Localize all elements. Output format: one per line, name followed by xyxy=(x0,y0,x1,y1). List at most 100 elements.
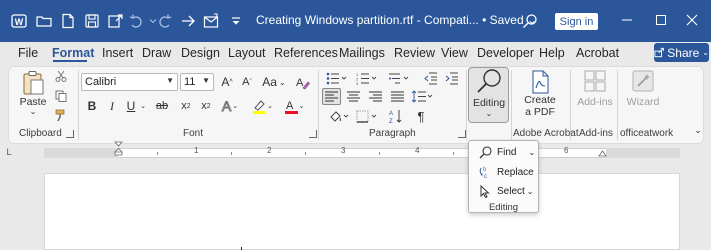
save-icon[interactable] xyxy=(84,13,100,29)
ruler-tick xyxy=(231,152,232,155)
add-ins-button[interactable]: Add-ins xyxy=(575,70,615,108)
vertical-scrollbar[interactable] xyxy=(697,160,711,250)
ruler-tick xyxy=(453,152,454,155)
clear-formatting-icon[interactable]: A xyxy=(294,73,310,91)
tab-review[interactable]: Review xyxy=(394,46,435,60)
create-pdf-button[interactable]: Create a PDF xyxy=(520,70,560,118)
justify-icon[interactable] xyxy=(388,88,407,105)
group-divider xyxy=(466,70,467,140)
tab-references[interactable]: References xyxy=(274,46,338,60)
shrink-font-button[interactable]: Aˇ xyxy=(239,73,255,91)
multilevel-list-icon[interactable] xyxy=(386,70,412,86)
chevron-down-icon: ⌄ xyxy=(485,109,493,118)
strikethrough-button[interactable]: ab xyxy=(153,98,171,114)
subscript-button[interactable]: x2 xyxy=(178,98,194,114)
tab-mailings[interactable]: Mailings xyxy=(339,46,385,60)
find-menu-item[interactable]: Find ⌄ xyxy=(469,143,538,161)
editing-label-wrap: Editing ⌄ xyxy=(469,97,509,118)
numbering-icon[interactable]: 123 xyxy=(354,70,380,86)
indent-marker-icon[interactable] xyxy=(114,141,123,158)
grow-font-button[interactable]: A ^ xyxy=(219,73,235,91)
chevron-down-icon[interactable]: ⌄ xyxy=(139,100,147,112)
tab-acrobat[interactable]: Acrobat xyxy=(576,46,619,60)
underline-button[interactable]: U xyxy=(124,98,138,114)
ruler-track xyxy=(44,148,680,158)
change-case-button[interactable]: Aa ⌄ xyxy=(260,73,288,91)
search-icon xyxy=(474,68,504,96)
copy-icon[interactable] xyxy=(54,89,68,103)
minimize-button[interactable] xyxy=(617,10,637,30)
superscript-button[interactable]: x2 xyxy=(198,98,214,114)
highlight-button[interactable]: ⌄ xyxy=(250,97,274,115)
borders-icon[interactable] xyxy=(354,108,380,125)
chevron-down-icon[interactable]: ▼ xyxy=(166,76,174,85)
tab-selector-icon[interactable]: L xyxy=(4,147,14,157)
change-case-label: Aa xyxy=(262,75,277,89)
shading-icon[interactable] xyxy=(326,108,352,125)
pilcrow-icon[interactable]: ¶ xyxy=(413,107,429,125)
increase-indent-icon[interactable] xyxy=(444,70,460,86)
tab-design[interactable]: Design xyxy=(181,46,220,60)
sign-in-button[interactable]: Sign in xyxy=(555,13,598,30)
select-menu-item[interactable]: Select ⌄ xyxy=(469,182,538,200)
ruler-number: 1 xyxy=(194,146,199,155)
tab-help[interactable]: Help xyxy=(539,46,565,60)
document-page[interactable] xyxy=(44,173,680,250)
decrease-indent-icon[interactable] xyxy=(423,70,439,86)
align-left-icon[interactable] xyxy=(322,88,341,105)
adobe-pdf-icon xyxy=(532,70,549,94)
send-mail-icon[interactable] xyxy=(203,13,219,29)
close-button[interactable] xyxy=(682,10,702,30)
format-painter-icon[interactable] xyxy=(54,108,68,122)
share-button[interactable]: Share ⌄ xyxy=(654,43,709,62)
bullets-icon[interactable] xyxy=(324,70,350,86)
text-effects-button[interactable]: A ⌄ xyxy=(221,97,239,115)
tab-insert[interactable]: Insert xyxy=(102,46,133,60)
font-name-combo[interactable]: Calibri ▼ xyxy=(81,73,178,91)
redo-icon[interactable] xyxy=(157,13,173,29)
open-folder-icon[interactable] xyxy=(36,13,52,29)
cut-icon[interactable] xyxy=(54,69,68,83)
chevron-down-icon[interactable]: ▼ xyxy=(202,76,210,85)
paragraph-launcher-icon[interactable] xyxy=(458,130,466,138)
tab-draw[interactable]: Draw xyxy=(142,46,171,60)
font-size-combo[interactable]: 11 ▼ xyxy=(180,73,214,91)
replace-label: Replace xyxy=(497,166,534,178)
right-indent-marker-icon[interactable] xyxy=(598,148,607,157)
line-spacing-icon[interactable] xyxy=(410,88,436,105)
tab-file[interactable]: File xyxy=(18,46,38,60)
collapse-ribbon-icon[interactable]: ⌄ xyxy=(693,125,703,135)
chevron-down-icon: ⌄ xyxy=(29,107,37,116)
undo-icon[interactable] xyxy=(128,13,144,29)
paste-button[interactable]: Paste ⌄ xyxy=(20,70,46,116)
clipboard-launcher-icon[interactable] xyxy=(66,130,74,138)
sort-icon[interactable]: AZ xyxy=(388,107,404,125)
bold-button[interactable]: B xyxy=(85,98,99,114)
tab-layout[interactable]: Layout xyxy=(228,46,266,60)
new-document-icon[interactable] xyxy=(60,13,76,29)
tab-format[interactable]: Format xyxy=(52,46,94,60)
tab-developer[interactable]: Developer xyxy=(477,46,534,60)
font-name-value: Calibri xyxy=(85,76,117,88)
group-divider xyxy=(570,70,571,140)
italic-button[interactable]: I xyxy=(105,98,119,114)
replace-menu-item[interactable]: bc Replace xyxy=(469,163,538,181)
customize-qat-icon[interactable] xyxy=(228,13,244,29)
chevron-down-icon: ⌄ xyxy=(267,103,273,110)
search-icon[interactable] xyxy=(522,13,538,29)
export-icon[interactable] xyxy=(107,13,123,29)
word-app-icon[interactable]: W xyxy=(11,13,27,29)
align-center-icon[interactable] xyxy=(344,88,363,105)
vertical-ruler xyxy=(0,160,14,250)
maximize-button[interactable] xyxy=(651,10,671,30)
tab-view[interactable]: View xyxy=(441,46,468,60)
forward-arrow-icon[interactable] xyxy=(180,13,196,29)
font-color-button[interactable]: A ⌄ xyxy=(282,97,306,115)
add-ins-group-label: Add-ins xyxy=(579,128,613,139)
wizard-button[interactable]: Wizard xyxy=(624,70,662,108)
align-right-icon[interactable] xyxy=(366,88,385,105)
highlighter-icon xyxy=(253,100,266,114)
chevron-down-icon[interactable]: ⌄ xyxy=(528,148,535,157)
font-launcher-icon[interactable] xyxy=(309,130,317,138)
saved-status[interactable]: • Saved xyxy=(482,13,524,27)
